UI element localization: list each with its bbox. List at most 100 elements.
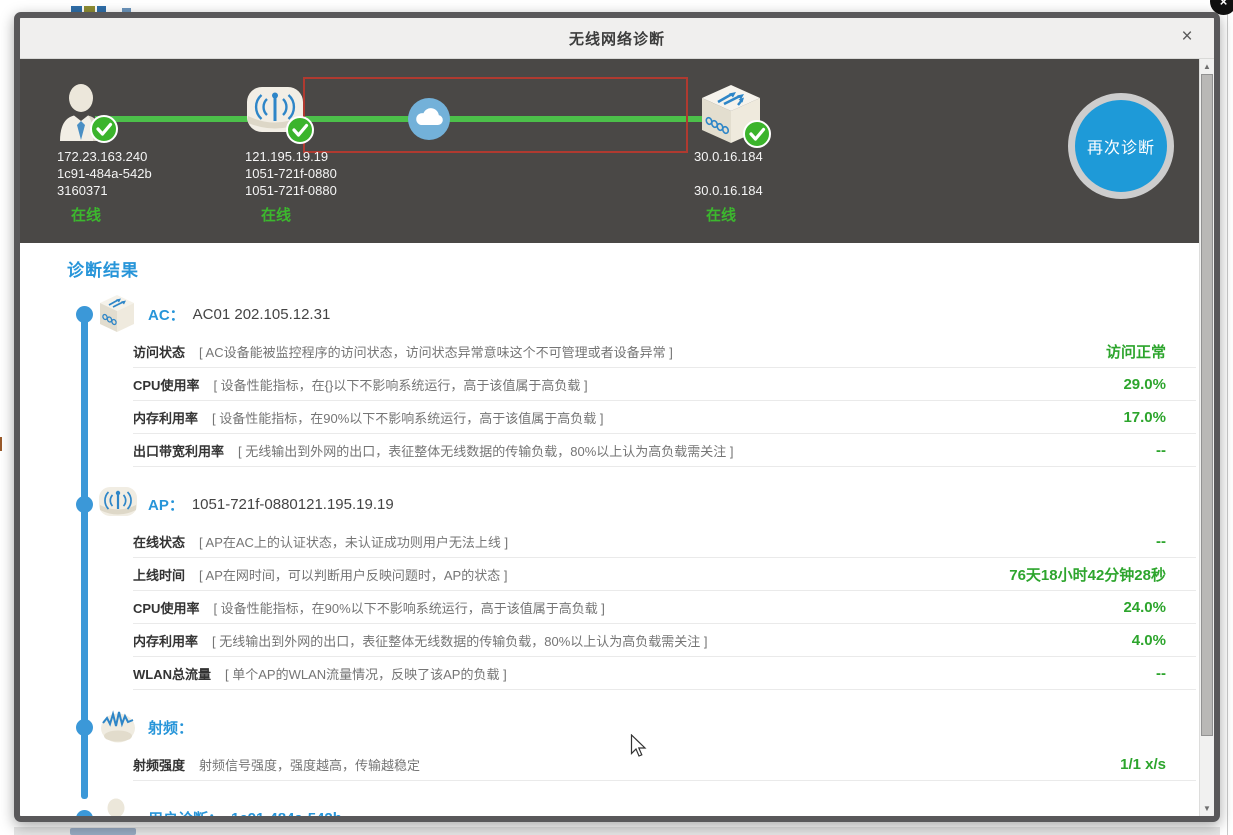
scrollbar-track[interactable] xyxy=(1200,736,1214,801)
metric-name: 射频强度 xyxy=(133,755,185,774)
metric-name: 内存利用率 xyxy=(133,408,198,427)
section-device: AC01 202.105.12.31 xyxy=(193,306,331,323)
scrollbar-up-icon[interactable]: ▲ xyxy=(1200,59,1214,74)
metric-description: [ 无线输出到外网的出口，表征整体无线数据的传输负载，80%以上认为高负载需关注… xyxy=(238,441,733,460)
result-row: CPU使用率 [ 设备性能指标，在90%以下不影响系统运行，高于该值属于高负载 ]… xyxy=(133,591,1196,624)
diagnosis-results-panel: 诊断结果 AC：AC01 202.105.12.31访问状态[ AC设备能被监控… xyxy=(20,243,1199,816)
wireless-diagnosis-dialog: 无线网络诊断 × xyxy=(14,12,1220,822)
result-row: WLAN总流量 [ 单个AP的WLAN流量情况，反映了该AP的负载 ] -- xyxy=(133,657,1196,690)
diagnosis-timeline: AC： AC01 202.105.12.31 访问状态 [ AC设备能被监控程序的访问… xyxy=(40,293,1199,816)
metric-description: [ AP在网时间，可以判断用户反映问题时，AP的状态 ] xyxy=(199,565,507,584)
node-line: 30.0.16.184 xyxy=(694,148,763,165)
metric-name: 访问状态 xyxy=(133,342,185,361)
metric-description: [ 设备性能指标，在90%以下不影响系统运行，高于该值属于高负载 ] xyxy=(212,408,603,427)
section-label: 用户诊断： xyxy=(148,808,223,817)
section-label: AC： xyxy=(148,304,185,325)
diagnosis-section-ap: AP： 1051-721f-0880121.195.19.19 在线状态 [ AP在A… xyxy=(40,483,1199,690)
close-button[interactable]: × xyxy=(1176,26,1198,48)
result-rows: 射频强度射频信号强度，强度越高，传输越稳定 1/1 x/s xyxy=(133,748,1196,781)
metric-description: 射频信号强度，强度越高，传输越稳定 xyxy=(199,755,420,774)
diagnosis-section-ac: AC： AC01 202.105.12.31 访问状态 [ AC设备能被监控程序的访问… xyxy=(40,293,1199,467)
dialog-scrollbar[interactable]: ▲ ▼ xyxy=(1199,59,1214,816)
metric-value: 24.0% xyxy=(1123,599,1196,616)
diagnosis-section-rf: 射频： 射频强度射频信号强度，强度越高，传输越稳定 1/1 x/s xyxy=(40,706,1199,781)
metric-description: [ 设备性能指标，在{}以下不影响系统运行，高于该值属于高负载 ] xyxy=(213,375,587,394)
node-status: 在线 xyxy=(245,204,337,225)
metric-name: CPU使用率 xyxy=(133,598,199,617)
metric-description: [ 单个AP的WLAN流量情况，反映了该AP的负载 ] xyxy=(225,664,507,683)
ac-icon xyxy=(98,294,136,339)
result-row: 在线状态 [ AP在AC上的认证状态，未认证成功则用户无法上线 ] -- xyxy=(133,525,1196,558)
node-status: 在线 xyxy=(690,204,763,225)
section-header: AC： AC01 202.105.12.31 xyxy=(148,293,1199,335)
section-device: 1c91-484a-542b xyxy=(231,810,342,817)
node-line: 1051-721f-0880 xyxy=(245,165,337,182)
timeline-dot xyxy=(76,306,93,323)
section-header: AP： 1051-721f-0880121.195.19.19 xyxy=(148,483,1199,525)
section-label: 射频： xyxy=(148,717,193,738)
metric-value: 1/1 x/s xyxy=(1120,756,1196,773)
section-header: 用户诊断： 1c91-484a-542b xyxy=(148,797,1199,816)
metric-name: 在线状态 xyxy=(133,532,185,551)
diagnose-again-button[interactable]: 再次诊断 xyxy=(1068,93,1174,199)
annotation-rect xyxy=(303,77,688,153)
metric-name: 出口带宽利用率 xyxy=(133,441,224,460)
topology-panel: 172.23.163.240 1c91-484a-542b 3160371 在线 xyxy=(20,59,1199,243)
metric-name: 上线时间 xyxy=(133,565,185,584)
node-line xyxy=(694,165,763,182)
result-rows: 在线状态 [ AP在AC上的认证状态，未认证成功则用户无法上线 ] -- 上线时间 [ … xyxy=(133,525,1196,690)
timeline-dot xyxy=(76,719,93,736)
background-text-fragment xyxy=(70,828,136,835)
check-badge-icon xyxy=(742,119,772,149)
topology-node-ap: 121.195.19.19 1051-721f-0880 1051-721f-0… xyxy=(245,83,337,225)
user-icon xyxy=(55,83,152,147)
background-fragment xyxy=(0,437,2,451)
scrollbar-down-icon[interactable]: ▼ xyxy=(1200,801,1214,816)
topology-node-user: 172.23.163.240 1c91-484a-542b 3160371 在线 xyxy=(55,83,152,225)
cloud-icon xyxy=(408,98,450,145)
metric-value: 4.0% xyxy=(1132,632,1196,649)
topology-node-router: 30.0.16.184 30.0.16.184 在线 xyxy=(690,83,763,225)
result-row: 射频强度射频信号强度，强度越高，传输越稳定 1/1 x/s xyxy=(133,748,1196,781)
background-strip xyxy=(14,827,1220,835)
metric-value: 访问正常 xyxy=(1106,341,1196,362)
metric-value: -- xyxy=(1156,442,1196,459)
metric-description: [ 无线输出到外网的出口，表征整体无线数据的传输负载，80%以上认为高负载需关注… xyxy=(212,631,707,650)
node-line: 30.0.16.184 xyxy=(694,182,763,199)
metric-value: -- xyxy=(1156,533,1196,550)
metric-name: WLAN总流量 xyxy=(133,664,211,683)
result-row: CPU使用率[ 设备性能指标，在{}以下不影响系统运行，高于该值属于高负载 ]2… xyxy=(133,368,1196,401)
diagnosis-section-person: 用户诊断： 1c91-484a-542b xyxy=(40,797,1199,816)
section-header: 射频： xyxy=(148,706,1199,748)
metric-description: [ 设备性能指标，在90%以下不影响系统运行，高于该值属于高负载 ] xyxy=(213,598,604,617)
timeline-dot xyxy=(76,496,93,513)
node-line: 1c91-484a-542b xyxy=(57,165,152,182)
section-device: 1051-721f-0880121.195.19.19 xyxy=(192,496,394,513)
metric-name: 内存利用率 xyxy=(133,631,198,650)
result-rows: 访问状态 [ AC设备能被监控程序的访问状态，访问状态异常意味这个不可管理或者设备… xyxy=(133,335,1196,467)
node-line: 1051-721f-0880 xyxy=(245,182,337,199)
dialog-titlebar: 无线网络诊断 × xyxy=(20,18,1214,59)
check-badge-icon xyxy=(89,114,119,144)
node-line: 3160371 xyxy=(57,182,152,199)
metric-value: 76天18小时42分钟28秒 xyxy=(1009,564,1196,585)
section-label: AP： xyxy=(148,494,184,515)
metric-value: -- xyxy=(1156,665,1196,682)
timeline-dot xyxy=(76,810,93,816)
result-row: 出口带宽利用率 [ 无线输出到外网的出口，表征整体无线数据的传输负载，80%以上认… xyxy=(133,434,1196,467)
result-row: 内存利用率 [ 设备性能指标，在90%以下不影响系统运行，高于该值属于高负载 ] 1… xyxy=(133,401,1196,434)
router-icon xyxy=(690,83,763,147)
result-row: 内存利用率 [ 无线输出到外网的出口，表征整体无线数据的传输负载，80%以上认为高… xyxy=(133,624,1196,657)
metric-description: [ AP在AC上的认证状态，未认证成功则用户无法上线 ] xyxy=(199,532,508,551)
metric-value: 17.0% xyxy=(1123,409,1196,426)
metric-value: 29.0% xyxy=(1123,376,1196,393)
result-row: 访问状态 [ AC设备能被监控程序的访问状态，访问状态异常意味这个不可管理或者设备… xyxy=(133,335,1196,368)
scrollbar-thumb[interactable] xyxy=(1201,74,1213,736)
node-status: 在线 xyxy=(55,204,152,225)
ap-icon xyxy=(98,484,138,525)
result-row: 上线时间 [ AP在网时间，可以判断用户反映问题时，AP的状态 ] 76天18小时4… xyxy=(133,558,1196,591)
page-edge-line xyxy=(1227,0,1228,835)
node-line: 121.195.19.19 xyxy=(245,148,337,165)
metric-description: [ AC设备能被监控程序的访问状态，访问状态异常意味这个不可管理或者设备异常 ] xyxy=(199,342,673,361)
rf-icon xyxy=(98,707,138,750)
